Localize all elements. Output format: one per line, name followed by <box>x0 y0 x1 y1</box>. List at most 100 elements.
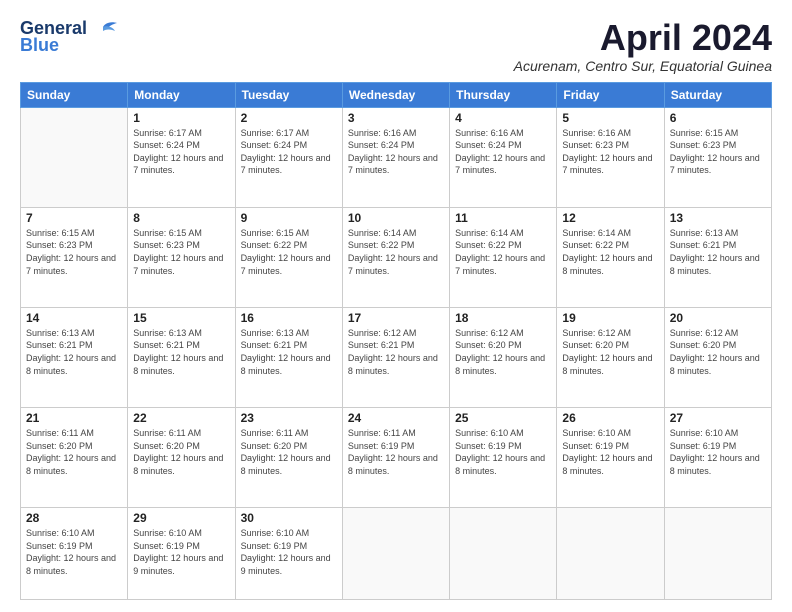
day-info: Sunrise: 6:13 AM Sunset: 6:21 PM Dayligh… <box>241 327 337 377</box>
sunrise: Sunrise: 6:17 AM <box>241 127 337 140</box>
daylight: Daylight: 12 hours and 7 minutes. <box>455 152 551 177</box>
daylight: Daylight: 12 hours and 9 minutes. <box>241 552 337 577</box>
sunset: Sunset: 6:19 PM <box>348 440 444 453</box>
sunrise: Sunrise: 6:11 AM <box>348 427 444 440</box>
table-row <box>450 508 557 600</box>
daylight: Daylight: 12 hours and 7 minutes. <box>26 252 122 277</box>
day-info: Sunrise: 6:16 AM Sunset: 6:24 PM Dayligh… <box>455 127 551 177</box>
sunrise: Sunrise: 6:12 AM <box>455 327 551 340</box>
daylight: Daylight: 12 hours and 8 minutes. <box>562 352 658 377</box>
daylight: Daylight: 12 hours and 7 minutes. <box>348 152 444 177</box>
sunset: Sunset: 6:24 PM <box>241 139 337 152</box>
table-row: 26 Sunrise: 6:10 AM Sunset: 6:19 PM Dayl… <box>557 407 664 507</box>
page: General Blue April 2024 Acurenam, Centro… <box>0 0 792 612</box>
table-row: 7 Sunrise: 6:15 AM Sunset: 6:23 PM Dayli… <box>21 207 128 307</box>
day-number: 14 <box>26 311 122 325</box>
daylight: Daylight: 12 hours and 7 minutes. <box>348 252 444 277</box>
day-number: 16 <box>241 311 337 325</box>
day-info: Sunrise: 6:15 AM Sunset: 6:23 PM Dayligh… <box>670 127 766 177</box>
sunrise: Sunrise: 6:11 AM <box>133 427 229 440</box>
sunset: Sunset: 6:21 PM <box>133 339 229 352</box>
day-number: 25 <box>455 411 551 425</box>
daylight: Daylight: 12 hours and 8 minutes. <box>455 352 551 377</box>
table-row: 3 Sunrise: 6:16 AM Sunset: 6:24 PM Dayli… <box>342 107 449 207</box>
sunset: Sunset: 6:19 PM <box>455 440 551 453</box>
sunset: Sunset: 6:19 PM <box>26 540 122 553</box>
day-number: 17 <box>348 311 444 325</box>
daylight: Daylight: 12 hours and 8 minutes. <box>670 452 766 477</box>
col-friday: Friday <box>557 82 664 107</box>
daylight: Daylight: 12 hours and 8 minutes. <box>670 352 766 377</box>
table-row: 2 Sunrise: 6:17 AM Sunset: 6:24 PM Dayli… <box>235 107 342 207</box>
sunrise: Sunrise: 6:17 AM <box>133 127 229 140</box>
sunset: Sunset: 6:19 PM <box>562 440 658 453</box>
day-number: 29 <box>133 511 229 525</box>
sunset: Sunset: 6:24 PM <box>348 139 444 152</box>
calendar-table: Sunday Monday Tuesday Wednesday Thursday… <box>20 82 772 600</box>
day-info: Sunrise: 6:10 AM Sunset: 6:19 PM Dayligh… <box>133 527 229 577</box>
table-row: 14 Sunrise: 6:13 AM Sunset: 6:21 PM Dayl… <box>21 307 128 407</box>
table-row: 23 Sunrise: 6:11 AM Sunset: 6:20 PM Dayl… <box>235 407 342 507</box>
sunset: Sunset: 6:20 PM <box>670 339 766 352</box>
col-thursday: Thursday <box>450 82 557 107</box>
sunset: Sunset: 6:24 PM <box>455 139 551 152</box>
daylight: Daylight: 12 hours and 7 minutes. <box>241 152 337 177</box>
header: General Blue April 2024 Acurenam, Centro… <box>20 18 772 74</box>
sunset: Sunset: 6:24 PM <box>133 139 229 152</box>
day-info: Sunrise: 6:16 AM Sunset: 6:23 PM Dayligh… <box>562 127 658 177</box>
col-saturday: Saturday <box>664 82 771 107</box>
sunset: Sunset: 6:23 PM <box>133 239 229 252</box>
daylight: Daylight: 12 hours and 8 minutes. <box>562 452 658 477</box>
day-info: Sunrise: 6:10 AM Sunset: 6:19 PM Dayligh… <box>26 527 122 577</box>
sunrise: Sunrise: 6:10 AM <box>241 527 337 540</box>
sunset: Sunset: 6:22 PM <box>455 239 551 252</box>
day-number: 18 <box>455 311 551 325</box>
day-number: 2 <box>241 111 337 125</box>
table-row: 30 Sunrise: 6:10 AM Sunset: 6:19 PM Dayl… <box>235 508 342 600</box>
table-row: 19 Sunrise: 6:12 AM Sunset: 6:20 PM Dayl… <box>557 307 664 407</box>
day-number: 6 <box>670 111 766 125</box>
col-sunday: Sunday <box>21 82 128 107</box>
sunrise: Sunrise: 6:11 AM <box>26 427 122 440</box>
day-number: 10 <box>348 211 444 225</box>
title-block: April 2024 Acurenam, Centro Sur, Equator… <box>514 18 772 74</box>
table-row: 5 Sunrise: 6:16 AM Sunset: 6:23 PM Dayli… <box>557 107 664 207</box>
table-row: 13 Sunrise: 6:13 AM Sunset: 6:21 PM Dayl… <box>664 207 771 307</box>
day-info: Sunrise: 6:11 AM Sunset: 6:20 PM Dayligh… <box>241 427 337 477</box>
day-number: 28 <box>26 511 122 525</box>
day-number: 12 <box>562 211 658 225</box>
daylight: Daylight: 12 hours and 7 minutes. <box>670 152 766 177</box>
col-tuesday: Tuesday <box>235 82 342 107</box>
sunset: Sunset: 6:22 PM <box>241 239 337 252</box>
table-row: 1 Sunrise: 6:17 AM Sunset: 6:24 PM Dayli… <box>128 107 235 207</box>
sunset: Sunset: 6:20 PM <box>455 339 551 352</box>
day-info: Sunrise: 6:12 AM Sunset: 6:21 PM Dayligh… <box>348 327 444 377</box>
day-info: Sunrise: 6:12 AM Sunset: 6:20 PM Dayligh… <box>670 327 766 377</box>
table-row: 6 Sunrise: 6:15 AM Sunset: 6:23 PM Dayli… <box>664 107 771 207</box>
day-number: 1 <box>133 111 229 125</box>
sunrise: Sunrise: 6:13 AM <box>670 227 766 240</box>
day-info: Sunrise: 6:15 AM Sunset: 6:22 PM Dayligh… <box>241 227 337 277</box>
table-row: 27 Sunrise: 6:10 AM Sunset: 6:19 PM Dayl… <box>664 407 771 507</box>
day-info: Sunrise: 6:15 AM Sunset: 6:23 PM Dayligh… <box>133 227 229 277</box>
daylight: Daylight: 12 hours and 8 minutes. <box>26 452 122 477</box>
day-number: 9 <box>241 211 337 225</box>
logo-bird-icon <box>89 19 117 37</box>
table-row: 10 Sunrise: 6:14 AM Sunset: 6:22 PM Dayl… <box>342 207 449 307</box>
sunset: Sunset: 6:21 PM <box>348 339 444 352</box>
day-number: 19 <box>562 311 658 325</box>
sunrise: Sunrise: 6:16 AM <box>455 127 551 140</box>
daylight: Daylight: 12 hours and 8 minutes. <box>562 252 658 277</box>
sunset: Sunset: 6:19 PM <box>241 540 337 553</box>
table-row: 24 Sunrise: 6:11 AM Sunset: 6:19 PM Dayl… <box>342 407 449 507</box>
sunrise: Sunrise: 6:14 AM <box>348 227 444 240</box>
daylight: Daylight: 12 hours and 8 minutes. <box>241 452 337 477</box>
table-row: 12 Sunrise: 6:14 AM Sunset: 6:22 PM Dayl… <box>557 207 664 307</box>
daylight: Daylight: 12 hours and 7 minutes. <box>241 252 337 277</box>
sunrise: Sunrise: 6:11 AM <box>241 427 337 440</box>
sunrise: Sunrise: 6:10 AM <box>26 527 122 540</box>
daylight: Daylight: 12 hours and 8 minutes. <box>348 352 444 377</box>
day-info: Sunrise: 6:15 AM Sunset: 6:23 PM Dayligh… <box>26 227 122 277</box>
sunrise: Sunrise: 6:10 AM <box>133 527 229 540</box>
sunrise: Sunrise: 6:14 AM <box>562 227 658 240</box>
